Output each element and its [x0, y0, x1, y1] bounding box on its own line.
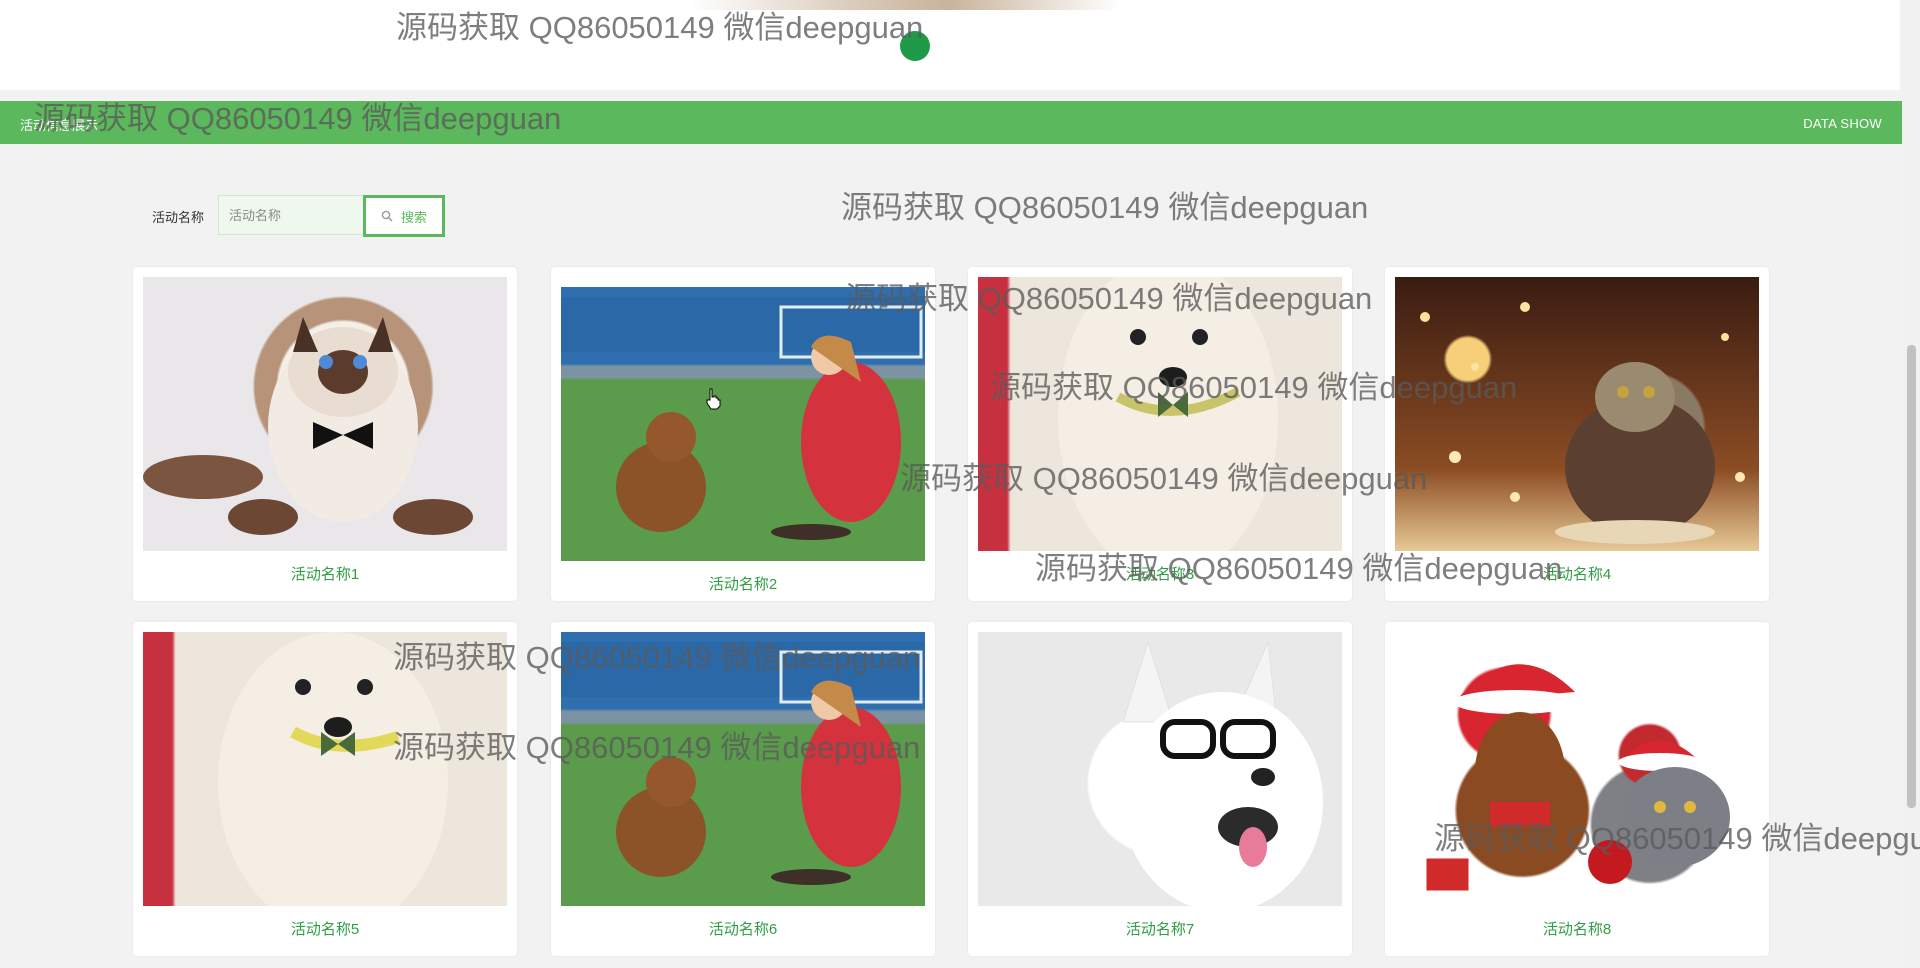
christmas-pets-photo — [1423, 664, 1730, 894]
activity-title[interactable]: 活动名称6 — [551, 918, 935, 939]
cat-photo — [143, 317, 473, 535]
activity-title[interactable]: 活动名称8 — [1385, 918, 1769, 939]
activity-image[interactable] — [978, 632, 1342, 906]
activity-title[interactable]: 活动名称1 — [133, 563, 517, 584]
activity-image[interactable] — [143, 632, 507, 906]
cat-lights-photo — [1420, 302, 1745, 544]
dog-girl-photo — [561, 642, 925, 885]
activity-card[interactable]: 活动名称1 — [133, 267, 517, 601]
hand-cursor-icon — [706, 388, 721, 410]
activity-card[interactable]: 活动名称5 — [133, 622, 517, 956]
activity-image[interactable] — [1395, 277, 1759, 551]
activity-title[interactable]: 活动名称7 — [968, 918, 1352, 939]
activity-card[interactable]: 活动名称8 — [1385, 622, 1769, 956]
activity-card[interactable]: 活动名称3 — [968, 267, 1352, 601]
activity-card[interactable]: 活动名称7 — [968, 622, 1352, 956]
activity-card[interactable]: 活动名称6 — [551, 622, 935, 956]
activity-image[interactable] — [1395, 632, 1759, 906]
activity-title[interactable]: 活动名称2 — [551, 573, 935, 594]
activity-image[interactable] — [143, 277, 507, 551]
activity-image[interactable] — [978, 277, 1342, 551]
dog-girl-photo — [561, 297, 925, 540]
activity-card[interactable]: 活动名称4 — [1385, 267, 1769, 601]
activity-image[interactable] — [561, 287, 925, 561]
poodle-photo — [1058, 277, 1278, 551]
husky-glasses-photo — [1122, 640, 1323, 906]
activity-title[interactable]: 活动名称3 — [968, 563, 1352, 584]
poodle-photo — [218, 632, 448, 906]
activity-image[interactable] — [561, 632, 925, 906]
activity-grid: 活动名称1 活动名称2 活动名称3 活动名称4 活动名称5 活动名称6 活动名称… — [0, 0, 1920, 968]
scrollbar-track[interactable] — [1902, 0, 1920, 968]
activity-title[interactable]: 活动名称4 — [1385, 563, 1769, 584]
activity-card[interactable]: 活动名称2 — [551, 267, 935, 601]
activity-title[interactable]: 活动名称5 — [133, 918, 517, 939]
scrollbar-thumb[interactable] — [1907, 345, 1916, 808]
